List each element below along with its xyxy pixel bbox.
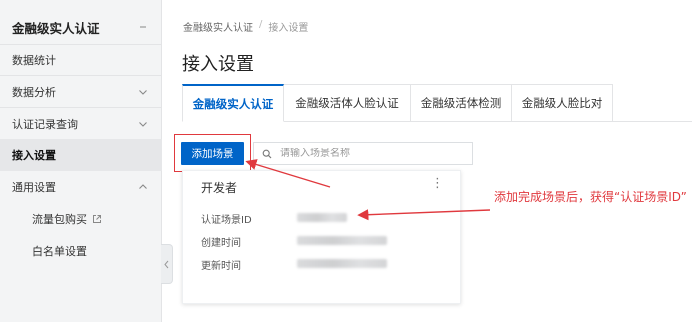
updated-time-label: 更新时间 bbox=[201, 261, 241, 272]
page-title: 接入设置 bbox=[182, 54, 254, 75]
sidebar-item-label: 数据分析 bbox=[12, 86, 56, 99]
breadcrumb: 金融级实人认证 / 接入设置 bbox=[183, 19, 308, 34]
chevron-down-icon bbox=[138, 76, 148, 108]
breadcrumb-current: 接入设置 bbox=[268, 23, 309, 34]
collapse-menu-icon[interactable] bbox=[138, 10, 148, 44]
chevron-up-icon bbox=[138, 171, 148, 203]
sidebar-item-label: 通用设置 bbox=[12, 181, 56, 194]
sidebar-item-general-settings[interactable]: 通用设置 bbox=[0, 171, 162, 203]
sidebar-item-records[interactable]: 认证记录查询 bbox=[0, 108, 162, 140]
annotation-callout: 添加完成场景后，获得“认证场景ID” bbox=[494, 190, 687, 204]
tab-financial-real-person[interactable]: 金融级实人认证 bbox=[182, 84, 284, 122]
tab-liveness-detection[interactable]: 金融级活体检测 bbox=[411, 84, 512, 122]
created-time-redacted bbox=[297, 236, 387, 245]
tab-label: 金融级活体人脸认证 bbox=[295, 96, 399, 110]
sidebar-product-title[interactable]: 金融级实人认证 bbox=[0, 10, 162, 44]
updated-time-redacted bbox=[297, 259, 387, 268]
sidebar-item-label: 流量包购买 bbox=[32, 213, 87, 226]
sidebar-item-label: 数据统计 bbox=[12, 54, 56, 67]
sidebar: 金融级实人认证 数据统计 数据分析 认证记录查询 接入设置 通用设置 流量包购买… bbox=[0, 0, 162, 322]
breadcrumb-root[interactable]: 金融级实人认证 bbox=[183, 19, 253, 34]
tab-label: 金融级活体检测 bbox=[420, 96, 502, 110]
created-time-label: 创建时间 bbox=[201, 238, 241, 249]
card-title: 开发者 bbox=[201, 181, 238, 195]
add-scene-label: 添加场景 bbox=[191, 148, 234, 160]
search-icon bbox=[262, 149, 272, 158]
sidebar-item-label: 认证记录查询 bbox=[12, 118, 78, 131]
scene-name-search-input[interactable] bbox=[280, 148, 460, 159]
sidebar-item-access-settings[interactable]: 接入设置 bbox=[0, 139, 162, 171]
tab-liveness-face-auth[interactable]: 金融级活体人脸认证 bbox=[284, 84, 411, 122]
page-root: 金融级实人认证 数据统计 数据分析 认证记录查询 接入设置 通用设置 流量包购买… bbox=[0, 0, 692, 322]
sidebar-subitem-traffic-package[interactable]: 流量包购买 bbox=[0, 203, 162, 235]
sidebar-item-label: 白名单设置 bbox=[32, 245, 87, 258]
sidebar-item-label: 接入设置 bbox=[12, 149, 56, 162]
tab-face-comparison[interactable]: 金融级人脸比对 bbox=[512, 84, 613, 122]
scene-id-label: 认证场景ID bbox=[201, 215, 252, 226]
sidebar-collapse-handle[interactable] bbox=[161, 244, 173, 284]
breadcrumb-separator: / bbox=[259, 19, 263, 30]
sidebar-title-label: 金融级实人认证 bbox=[12, 20, 100, 36]
scene-card: 开发者 ⋮ 认证场景ID 创建时间 更新时间 bbox=[182, 170, 461, 304]
scene-id-redacted bbox=[297, 213, 347, 222]
external-link-icon bbox=[93, 215, 101, 223]
sidebar-item-analysis[interactable]: 数据分析 bbox=[0, 76, 162, 108]
sidebar-subitem-whitelist[interactable]: 白名单设置 bbox=[0, 235, 162, 267]
search-box[interactable] bbox=[253, 142, 473, 165]
chevron-down-icon bbox=[138, 108, 148, 140]
tab-bar: 金融级实人认证 金融级活体人脸认证 金融级活体检测 金融级人脸比对 bbox=[182, 84, 613, 122]
more-options-icon[interactable]: ⋮ bbox=[431, 176, 444, 191]
chevron-left-icon bbox=[164, 260, 169, 268]
add-scene-button[interactable]: 添加场景 bbox=[181, 142, 244, 165]
tab-label: 金融级实人认证 bbox=[192, 96, 274, 111]
tab-label: 金融级人脸比对 bbox=[521, 96, 603, 110]
sidebar-item-statistics[interactable]: 数据统计 bbox=[0, 44, 162, 76]
